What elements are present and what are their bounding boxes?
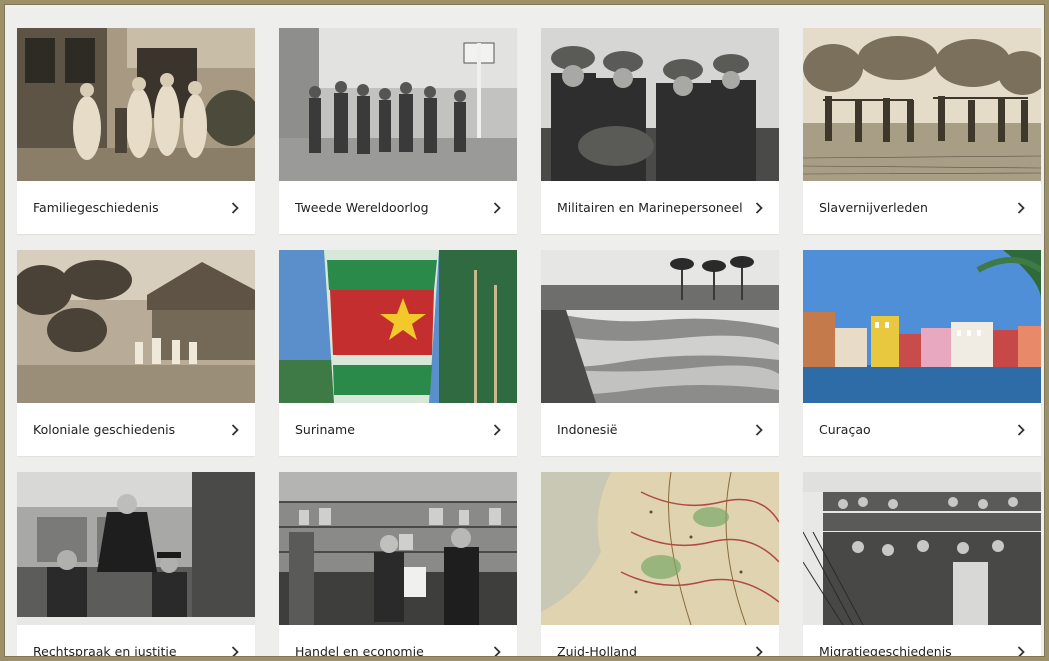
courtroom-photo <box>17 472 255 625</box>
antique-map <box>541 472 779 625</box>
topic-card-slavernijverleden[interactable]: Slavernijverleden <box>803 28 1041 234</box>
chevron-right-icon <box>229 201 241 214</box>
painted-flag-pole-photo <box>279 250 517 403</box>
soldiers-street-photo <box>279 28 517 181</box>
topic-caption: Familiegeschiedenis <box>17 181 255 234</box>
topic-label: Militairen en Marinepersoneel <box>557 200 743 215</box>
topic-label: Migratiegeschiedenis <box>819 644 952 657</box>
colorful-waterfront-photo <box>803 250 1041 403</box>
topic-caption: Curaçao <box>803 403 1041 456</box>
topic-card-handel-en-economie[interactable]: Handel en economie <box>279 472 517 657</box>
topic-card-rechtspraak-en-justitie[interactable]: Rechtspraak en justitie <box>17 472 255 657</box>
family-portrait-photo <box>17 28 255 181</box>
ship-passengers-photo <box>803 472 1041 625</box>
topic-card-migratiegeschiedenis[interactable]: Migratiegeschiedenis <box>803 472 1041 657</box>
topic-card-militairen-en-marinepersoneel[interactable]: Militairen en Marinepersoneel <box>541 28 779 234</box>
topic-card-koloniale-geschiedenis[interactable]: Koloniale geschiedenis <box>17 250 255 456</box>
engraving-procession <box>803 28 1041 181</box>
chevron-right-icon <box>491 645 503 656</box>
topic-card-suriname[interactable]: Suriname <box>279 250 517 456</box>
chevron-right-icon <box>229 423 241 436</box>
chevron-right-icon <box>753 201 765 214</box>
helmeted-soldiers-photo <box>541 28 779 181</box>
chevron-right-icon <box>753 645 765 656</box>
chevron-right-icon <box>1015 645 1027 656</box>
chevron-right-icon <box>491 423 503 436</box>
chevron-right-icon <box>1015 423 1027 436</box>
topic-caption: Zuid-Holland <box>541 625 779 657</box>
topic-caption: Koloniale geschiedenis <box>17 403 255 456</box>
chevron-right-icon <box>229 645 241 656</box>
topic-label: Handel en economie <box>295 644 424 657</box>
colonial-house-photo <box>17 250 255 403</box>
topic-label: Zuid-Holland <box>557 644 637 657</box>
topic-caption: Tweede Wereldoorlog <box>279 181 517 234</box>
chevron-right-icon <box>491 201 503 214</box>
topic-card-zuid-holland[interactable]: Zuid-Holland <box>541 472 779 657</box>
shop-interior-photo <box>279 472 517 625</box>
topic-label: Koloniale geschiedenis <box>33 422 176 437</box>
topic-grid: Familiegeschiedenis Tweede Wereldoorlog … <box>17 28 1041 657</box>
topic-label: Slavernijverleden <box>819 200 928 215</box>
topic-card-curacao[interactable]: Curaçao <box>803 250 1041 456</box>
topic-card-tweede-wereldoorlog[interactable]: Tweede Wereldoorlog <box>279 28 517 234</box>
topic-caption: Suriname <box>279 403 517 456</box>
topic-label: Indonesië <box>557 422 618 437</box>
topic-card-indonesie[interactable]: Indonesië <box>541 250 779 456</box>
topic-label: Curaçao <box>819 422 871 437</box>
topic-overview: Familiegeschiedenis Tweede Wereldoorlog … <box>4 4 1045 657</box>
chevron-right-icon <box>753 423 765 436</box>
topic-caption: Handel en economie <box>279 625 517 657</box>
topic-caption: Migratiegeschiedenis <box>803 625 1041 657</box>
topic-label: Familiegeschiedenis <box>33 200 159 215</box>
topic-caption: Indonesië <box>541 403 779 456</box>
topic-card-familiegeschiedenis[interactable]: Familiegeschiedenis <box>17 28 255 234</box>
rice-terraces-photo <box>541 250 779 403</box>
topic-caption: Slavernijverleden <box>803 181 1041 234</box>
topic-label: Suriname <box>295 422 355 437</box>
topic-caption: Militairen en Marinepersoneel <box>541 181 779 234</box>
topic-label: Tweede Wereldoorlog <box>295 200 429 215</box>
topic-caption: Rechtspraak en justitie <box>17 625 255 657</box>
chevron-right-icon <box>1015 201 1027 214</box>
topic-label: Rechtspraak en justitie <box>33 644 177 657</box>
